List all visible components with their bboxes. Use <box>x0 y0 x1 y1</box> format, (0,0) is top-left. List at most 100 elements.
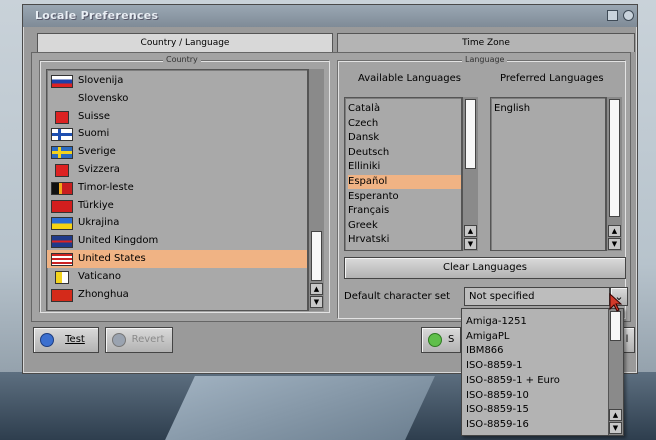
country-label: Sverige <box>78 146 116 158</box>
uk-flag-icon <box>51 235 73 249</box>
preferred-languages-list[interactable]: English <box>490 97 606 251</box>
available-language-item[interactable]: Hrvatski <box>348 233 461 247</box>
country-label: United Kingdom <box>78 235 159 247</box>
country-list-item[interactable]: Svizzera <box>47 161 307 179</box>
country-list-scrollbar[interactable]: ▲ ▼ <box>308 69 324 311</box>
available-language-item[interactable]: Esperanto <box>348 190 461 204</box>
country-list-item[interactable]: United States <box>47 250 307 268</box>
window-title: Locale Preferences <box>35 9 159 22</box>
slovenia-flag-icon <box>51 75 73 88</box>
available-language-item[interactable]: Français <box>348 204 461 218</box>
country-group-label: Country <box>163 55 201 64</box>
available-language-item[interactable]: Czech <box>348 117 461 131</box>
charset-option[interactable]: ISO-8859-15 <box>466 403 529 417</box>
save-button[interactable]: S <box>421 327 461 353</box>
switzerland-flag-icon <box>55 110 69 124</box>
country-list-item[interactable]: Suisse <box>47 108 307 126</box>
close-button-label: l <box>625 334 629 345</box>
country-list-item[interactable]: Zhonghua <box>47 286 307 304</box>
available-language-item[interactable]: Deutsch <box>348 146 461 160</box>
country-list-item[interactable]: Türkiye <box>47 197 307 215</box>
language-group-label: Language <box>462 55 508 64</box>
iconify-icon[interactable] <box>607 10 618 21</box>
title-bar[interactable]: Locale Preferences <box>23 5 637 27</box>
test-icon <box>40 333 54 347</box>
scroll-up-icon[interactable]: ▲ <box>609 409 622 421</box>
country-list-item[interactable]: Timor-leste <box>47 179 307 197</box>
timor-leste-flag-icon <box>51 181 73 195</box>
country-scroll-thumb[interactable] <box>311 231 322 281</box>
available-language-item[interactable]: Greek <box>348 219 461 233</box>
available-languages-list[interactable]: Català Czech Dansk Deutsch Elliniki Español Es… <box>344 97 462 251</box>
clear-languages-button[interactable]: Clear Languages <box>344 257 626 279</box>
charset-option[interactable]: ISO-8859-1 + Euro <box>466 374 560 388</box>
tab-panel: Country Slovenija Slovensko Suisse Suomi Sve… <box>31 52 631 322</box>
scroll-down-icon[interactable]: ▼ <box>464 238 477 250</box>
preferred-language-item[interactable]: English <box>494 102 605 116</box>
charset-scrollbar[interactable]: ▲ ▼ <box>608 309 623 435</box>
scroll-down-icon[interactable]: ▼ <box>310 296 323 308</box>
country-label: Türkiye <box>78 199 114 211</box>
country-label: Slovenija <box>78 75 124 86</box>
country-list-item[interactable]: Vaticano <box>47 268 307 286</box>
country-label: United States <box>78 253 146 264</box>
charset-label: Default character set <box>344 291 451 302</box>
finland-flag-icon <box>51 128 73 142</box>
scroll-up-icon[interactable]: ▲ <box>608 225 621 237</box>
china-flag-icon <box>51 288 73 302</box>
tab-time-zone[interactable]: Time Zone <box>337 33 635 52</box>
available-language-item[interactable]: Dansk <box>348 131 461 145</box>
charset-option[interactable]: ISO-8859-16 <box>466 418 529 432</box>
turkey-flag-icon <box>51 199 73 213</box>
available-scroll-thumb[interactable] <box>465 99 476 169</box>
depth-gadget-icon[interactable] <box>623 10 634 21</box>
tab-country-language[interactable]: Country / Language <box>37 33 333 52</box>
charset-select[interactable]: Not specified <box>464 287 610 306</box>
revert-icon <box>112 333 126 347</box>
charset-option[interactable]: IBM866 <box>466 344 504 358</box>
country-list-item[interactable]: Ukrajina <box>47 214 307 232</box>
country-label: Svizzera <box>78 164 120 175</box>
checkmark-icon <box>428 333 442 347</box>
vatican-flag-icon <box>55 270 69 284</box>
save-button-label: S <box>448 334 455 345</box>
preferred-languages-scrollbar[interactable]: ▲ ▼ <box>606 97 622 251</box>
available-languages-header: Available Languages <box>358 73 462 84</box>
revert-button-label: Revert <box>131 334 165 345</box>
charset-option[interactable]: Amiga-1251 <box>466 315 527 329</box>
available-language-item[interactable]: Español <box>348 175 461 189</box>
country-label: Ukrajina <box>78 217 120 229</box>
sweden-flag-icon <box>51 146 73 160</box>
available-languages-scrollbar[interactable]: ▲ ▼ <box>462 97 478 251</box>
country-label: Timor-leste <box>78 181 134 193</box>
available-language-item[interactable]: Elliniki <box>348 160 461 174</box>
scroll-down-icon[interactable]: ▼ <box>609 422 622 434</box>
country-list-item[interactable]: Slovenija <box>47 72 307 90</box>
charset-dropdown-list[interactable]: Amiga-1251 AmigaPL IBM866 ISO-8859-1 ISO-885… <box>461 308 624 436</box>
revert-button[interactable]: Revert <box>105 327 173 353</box>
test-button[interactable]: Test <box>33 327 99 353</box>
country-label: Suisse <box>78 110 111 122</box>
scroll-up-icon[interactable]: ▲ <box>310 283 323 295</box>
country-label: Zhonghua <box>78 288 129 300</box>
country-list-item[interactable]: Sverige <box>47 143 307 161</box>
country-label: Vaticano <box>78 270 121 282</box>
desktop-wallpaper-shape <box>165 376 435 440</box>
test-button-label: Test <box>65 334 85 345</box>
country-list[interactable]: Slovenija Slovensko Suisse Suomi Sverige Sviz… <box>46 69 308 311</box>
country-list-item[interactable]: Suomi <box>47 125 307 143</box>
us-flag-icon <box>51 253 73 266</box>
charset-option[interactable]: ISO-8859-1 <box>466 359 522 373</box>
preferred-scroll-thumb[interactable] <box>609 99 620 217</box>
country-list-item[interactable]: United Kingdom <box>47 232 307 250</box>
scroll-down-icon[interactable]: ▼ <box>608 238 621 250</box>
scroll-up-icon[interactable]: ▲ <box>464 225 477 237</box>
available-language-item[interactable]: Català <box>348 102 461 116</box>
country-list-item[interactable]: Slovensko <box>47 90 307 108</box>
ukraine-flag-icon <box>51 217 73 231</box>
charset-option[interactable]: AmigaPL <box>466 330 509 344</box>
charset-scroll-thumb[interactable] <box>610 311 621 341</box>
country-label: Suomi <box>78 128 110 140</box>
charset-option[interactable]: ISO-8859-10 <box>466 389 529 403</box>
preferred-languages-header: Preferred Languages <box>500 73 604 84</box>
